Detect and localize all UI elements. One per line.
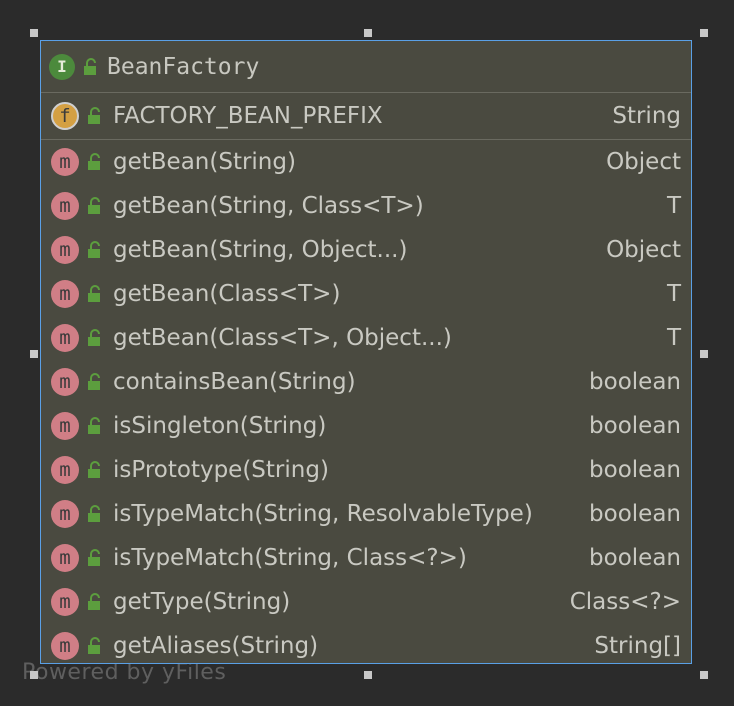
method-return-type: boolean (589, 369, 681, 395)
public-lock-icon (88, 285, 100, 302)
resize-handle-top-right[interactable] (700, 29, 708, 37)
method-name: containsBean(String) (113, 369, 356, 395)
method-name: getBean(Class<T>, Object...) (113, 325, 452, 351)
field-icon: f (51, 102, 79, 130)
method-return-type: T (666, 193, 681, 219)
resize-handle-right[interactable] (700, 350, 708, 358)
method-icon: m (51, 192, 79, 220)
resize-handle-bottom-right[interactable] (700, 671, 708, 679)
method-return-type: String[] (594, 633, 681, 659)
public-lock-icon (88, 197, 100, 214)
method-return-type: boolean (589, 413, 681, 439)
method-name: getAliases(String) (113, 633, 319, 659)
method-row[interactable]: m getType(String) Class<?> (41, 580, 691, 624)
field-type: String (612, 103, 681, 129)
resize-handle-left[interactable] (30, 350, 38, 358)
method-return-type: boolean (589, 501, 681, 527)
node-title: BeanFactory (107, 53, 260, 80)
public-lock-icon (88, 417, 100, 434)
method-icon: m (51, 280, 79, 308)
public-lock-icon (88, 593, 100, 610)
method-name: getBean(String, Object...) (113, 237, 408, 263)
method-icon: m (51, 632, 79, 660)
method-icon: m (51, 324, 79, 352)
diagram-canvas[interactable]: Powered by yFiles I BeanFactory f FACTOR… (0, 0, 734, 706)
method-return-type: boolean (589, 545, 681, 571)
method-return-type: Class<?> (569, 589, 681, 615)
public-lock-icon (84, 57, 96, 75)
method-row[interactable]: m isPrototype(String) boolean (41, 448, 691, 492)
method-return-type: Object (606, 149, 681, 175)
method-row[interactable]: m getAliases(String) String[] (41, 624, 691, 663)
method-name: isTypeMatch(String, ResolvableType) (113, 501, 533, 527)
resize-handle-top[interactable] (364, 29, 372, 37)
method-name: isTypeMatch(String, Class<?>) (113, 545, 467, 571)
node-header: I BeanFactory (41, 41, 691, 93)
method-name: isPrototype(String) (113, 457, 329, 483)
public-lock-icon (88, 505, 100, 522)
field-row[interactable]: f FACTORY_BEAN_PREFIX String (41, 93, 691, 140)
public-lock-icon (88, 329, 100, 346)
method-icon: m (51, 544, 79, 572)
method-icon: m (51, 412, 79, 440)
method-row[interactable]: m getBean(Class<T>) T (41, 272, 691, 316)
public-lock-icon (88, 153, 100, 170)
method-icon: m (51, 456, 79, 484)
method-icon: m (51, 588, 79, 616)
method-row[interactable]: m isSingleton(String) boolean (41, 404, 691, 448)
public-lock-icon (88, 107, 100, 124)
class-node-beanfactory[interactable]: I BeanFactory f FACTORY_BEAN_PREFIX Stri… (40, 40, 692, 664)
method-name: getBean(Class<T>) (113, 281, 341, 307)
method-icon: m (51, 148, 79, 176)
method-row[interactable]: m isTypeMatch(String, Class<?>) boolean (41, 536, 691, 580)
method-row[interactable]: m getBean(String, Class<T>) T (41, 184, 691, 228)
method-icon: m (51, 368, 79, 396)
resize-handle-bottom[interactable] (364, 671, 372, 679)
method-name: getBean(String) (113, 149, 296, 175)
method-return-type: boolean (589, 457, 681, 483)
method-return-type: Object (606, 237, 681, 263)
method-list: m getBean(String) Object m getBean(String, C… (41, 140, 691, 663)
resize-handle-top-left[interactable] (30, 29, 38, 37)
resize-handle-bottom-left[interactable] (30, 671, 38, 679)
method-icon: m (51, 236, 79, 264)
interface-icon: I (49, 53, 75, 80)
public-lock-icon (88, 549, 100, 566)
method-row[interactable]: m getBean(String) Object (41, 140, 691, 184)
method-return-type: T (666, 325, 681, 351)
method-row[interactable]: m isTypeMatch(String, ResolvableType) bool… (41, 492, 691, 536)
method-icon: m (51, 500, 79, 528)
method-name: getBean(String, Class<T>) (113, 193, 424, 219)
method-return-type: T (666, 281, 681, 307)
public-lock-icon (88, 461, 100, 478)
method-row[interactable]: m getBean(String, Object...) Object (41, 228, 691, 272)
method-row[interactable]: m containsBean(String) boolean (41, 360, 691, 404)
public-lock-icon (88, 373, 100, 390)
method-name: getType(String) (113, 589, 291, 615)
public-lock-icon (88, 637, 100, 654)
method-row[interactable]: m getBean(Class<T>, Object...) T (41, 316, 691, 360)
public-lock-icon (88, 241, 100, 258)
field-name: FACTORY_BEAN_PREFIX (113, 103, 383, 129)
method-name: isSingleton(String) (113, 413, 327, 439)
